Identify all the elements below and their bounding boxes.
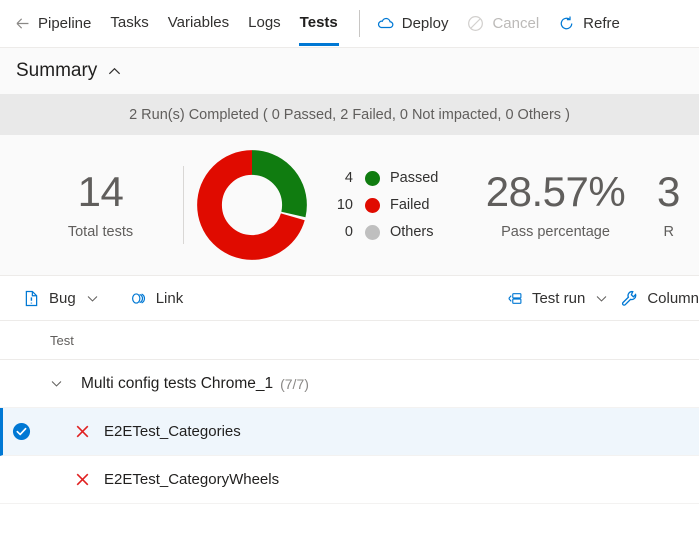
tab-variables[interactable]: Variables — [168, 14, 229, 33]
run-status-text: 2 Run(s) Completed ( 0 Passed, 2 Failed,… — [129, 106, 570, 123]
refresh-icon — [560, 16, 573, 30]
results-toolbar: Bug Link Test run Column — [0, 276, 699, 320]
legend-label-others: Others — [390, 224, 434, 240]
test-name: E2ETest_Categories — [104, 423, 241, 440]
tab-logs[interactable]: Logs — [248, 14, 281, 33]
run-status-banner: 2 Run(s) Completed ( 0 Passed, 2 Failed,… — [0, 94, 699, 135]
column-options-label: Column — [647, 289, 699, 307]
back-link-label: Pipeline — [38, 15, 92, 32]
refresh-button[interactable]: Refre — [557, 14, 620, 33]
pass-percentage-label: Pass percentage — [501, 224, 610, 241]
wrench-icon — [622, 290, 637, 306]
group-name: Multi config tests Chrome_1 — [81, 374, 274, 392]
check-circle-icon — [12, 422, 31, 441]
deploy-button[interactable]: Deploy — [376, 14, 449, 33]
legend-item-others: 0 Others — [327, 224, 462, 240]
row-select-checkbox[interactable] — [3, 422, 40, 441]
test-run-icon — [508, 292, 522, 304]
summary-section: Summary 2 Run(s) Completed ( 0 Passed, 2… — [0, 48, 699, 275]
tab-tests[interactable]: Tests — [298, 14, 339, 46]
legend-count-failed: 10 — [336, 197, 353, 213]
cutoff-metric: 3 R — [657, 167, 681, 241]
legend-count-others: 0 — [344, 224, 353, 240]
table-row-group[interactable]: Multi config tests Chrome_1 (7/7) — [0, 360, 699, 408]
legend-count-passed: 4 — [344, 170, 353, 186]
top-navigation-bar: Pipeline Tasks Variables Logs Tests Depl… — [0, 0, 699, 47]
legend-item-passed: 4 Passed — [327, 170, 462, 186]
cutoff-metric-label: R — [663, 224, 674, 241]
legend-label-passed: Passed — [390, 170, 439, 186]
legend-label-failed: Failed — [390, 197, 430, 213]
tab-logs-label: Logs — [248, 14, 281, 31]
block-icon — [468, 16, 484, 31]
test-run-label: Test run — [531, 289, 586, 307]
link-label: Link — [155, 289, 184, 307]
refresh-label: Refre — [583, 15, 620, 32]
bug-label: Bug — [49, 289, 76, 307]
chevron-down-icon[interactable] — [50, 377, 63, 390]
deploy-label: Deploy — [401, 15, 449, 32]
chevron-up-icon[interactable] — [107, 64, 122, 79]
cancel-label: Cancel — [492, 15, 540, 32]
summary-header[interactable]: Summary — [0, 48, 699, 94]
nav-separator — [358, 10, 360, 37]
column-header-test: Test — [50, 332, 74, 348]
arrow-left-icon — [16, 18, 29, 29]
summary-metrics: 14 Total tests 4 Passed 10 Failed 0 Othe… — [0, 135, 699, 275]
test-name: E2ETest_CategoryWheels — [104, 471, 280, 488]
outcome-donut-chart — [184, 146, 319, 264]
chart-legend: 4 Passed 10 Failed 0 Others — [327, 170, 462, 240]
link-button[interactable]: Link — [129, 289, 184, 308]
legend-item-failed: 10 Failed — [327, 197, 462, 213]
total-tests-value: 14 — [77, 167, 124, 215]
group-count: (7/7) — [280, 375, 309, 392]
fail-x-icon — [76, 425, 89, 438]
table-row[interactable]: E2ETest_CategoryWheels — [0, 456, 699, 504]
chevron-down-icon[interactable] — [86, 292, 99, 305]
cutoff-metric-value: 3 — [657, 167, 681, 215]
tab-tests-label: Tests — [299, 14, 338, 31]
pass-percentage-metric: 28.57% Pass percentage — [468, 167, 643, 241]
results-table-header: Test — [0, 320, 699, 360]
chevron-down-icon[interactable] — [595, 292, 608, 305]
tab-tasks[interactable]: Tasks — [110, 14, 148, 33]
pass-percentage-value: 28.57% — [485, 167, 626, 215]
bug-button[interactable]: Bug — [22, 289, 99, 308]
cloud-icon — [377, 17, 394, 29]
legend-dot-others — [365, 224, 380, 240]
tab-tasks-label: Tasks — [110, 14, 149, 31]
legend-dot-passed — [365, 170, 380, 186]
tab-variables-label: Variables — [167, 14, 230, 31]
cancel-button: Cancel — [466, 14, 539, 33]
link-icon — [131, 292, 145, 304]
summary-title: Summary — [16, 60, 98, 81]
donut-chart-svg — [196, 150, 307, 260]
back-to-pipeline-link[interactable]: Pipeline — [14, 15, 91, 32]
fail-x-icon — [76, 473, 89, 486]
bug-file-icon — [25, 290, 38, 306]
table-row[interactable]: E2ETest_Categories — [0, 408, 699, 456]
legend-dot-failed — [365, 197, 380, 213]
column-options-button[interactable]: Column — [620, 289, 699, 308]
test-run-button[interactable]: Test run — [505, 289, 608, 308]
total-tests-metric: 14 Total tests — [18, 167, 183, 241]
total-tests-label: Total tests — [67, 224, 134, 241]
